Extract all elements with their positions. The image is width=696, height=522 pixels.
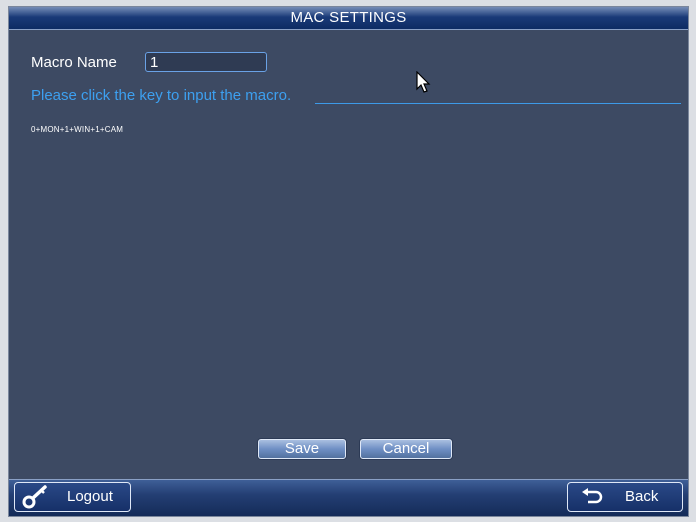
title-bar: MAC SETTINGS	[9, 7, 688, 30]
cancel-button[interactable]: Cancel	[360, 439, 452, 459]
mac-settings-dialog: MAC SETTINGS Macro Name Please click the…	[8, 6, 689, 517]
footer-bar: Logout Back	[9, 479, 688, 516]
macro-name-input[interactable]	[145, 52, 267, 72]
key-icon	[22, 485, 47, 509]
screen-frame: MAC SETTINGS Macro Name Please click the…	[0, 0, 696, 522]
logout-label: Logout	[67, 488, 113, 505]
logout-button[interactable]: Logout	[14, 482, 131, 512]
macro-sequence-text: 0+MON+1+WIN+1+CAM	[31, 125, 124, 134]
back-label: Back	[625, 488, 659, 505]
back-button[interactable]: Back	[567, 482, 683, 512]
dialog-title: MAC SETTINGS	[290, 9, 407, 26]
return-arrow-icon	[582, 488, 603, 504]
save-button[interactable]: Save	[258, 439, 346, 459]
mouse-pointer-icon	[416, 71, 431, 93]
hint-underline	[315, 103, 681, 104]
macro-input-hint: Please click the key to input the macro.	[31, 87, 292, 104]
macro-name-label: Macro Name	[31, 54, 117, 71]
